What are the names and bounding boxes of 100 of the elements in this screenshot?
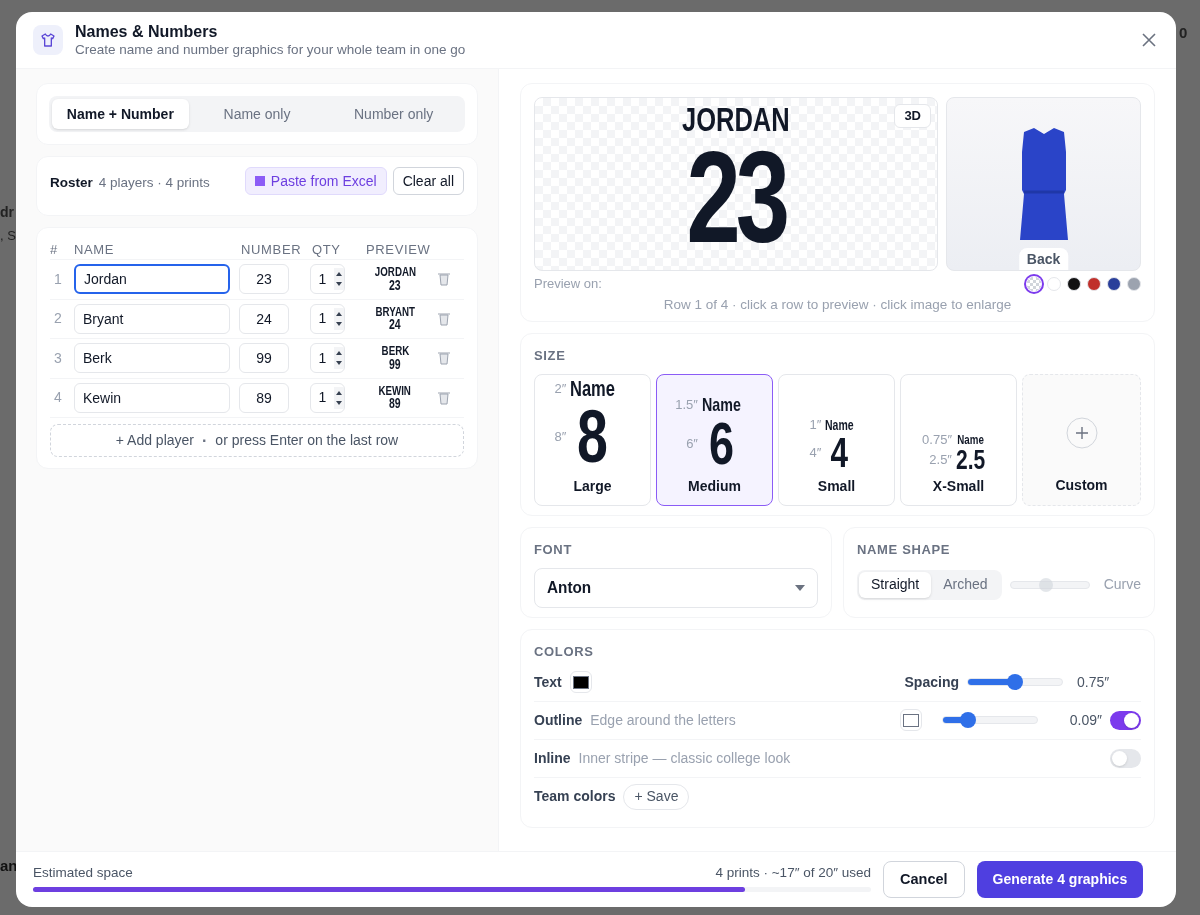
color-swatch[interactable] bbox=[1067, 277, 1081, 291]
sample-number: 6 bbox=[708, 413, 734, 474]
size-label: X-Small bbox=[932, 476, 985, 496]
slider-thumb[interactable] bbox=[960, 712, 977, 728]
row-preview-number: 99 bbox=[389, 357, 401, 372]
quantity-stepper[interactable]: 1 bbox=[310, 264, 345, 295]
shape-option[interactable]: Arched bbox=[931, 571, 1000, 598]
section-title: FONT bbox=[534, 541, 573, 559]
stepper-arrows-icon[interactable] bbox=[334, 307, 344, 330]
toggle-knob bbox=[1124, 712, 1139, 728]
number-input[interactable]: 24 bbox=[239, 303, 289, 334]
size-label: Medium bbox=[688, 476, 741, 496]
roster-summary: 4 players · 4 prints bbox=[98, 174, 210, 192]
add-player-label: + Add player bbox=[115, 431, 194, 450]
cancel-button[interactable]: Cancel bbox=[883, 861, 965, 898]
size-option[interactable]: 1″ Name 4″ 4 Small bbox=[778, 373, 895, 506]
shape-option[interactable]: Straight bbox=[859, 571, 932, 598]
name-input[interactable]: Jordan bbox=[74, 264, 230, 295]
number-input[interactable]: 99 bbox=[239, 343, 289, 374]
row-preview-name: JORDAN bbox=[374, 266, 416, 279]
column-header: NUMBER bbox=[240, 240, 303, 259]
toggle-switch[interactable] bbox=[1110, 710, 1141, 730]
name-input[interactable]: Berk bbox=[74, 343, 230, 374]
slider-value: 0.09″ bbox=[1068, 710, 1102, 730]
add-player-button[interactable]: + Add player · or press Enter on the last row bbox=[50, 424, 464, 457]
paste-button[interactable]: Paste from Excel bbox=[244, 167, 387, 195]
font-value: Anton bbox=[547, 576, 592, 599]
curve-label: Curve bbox=[1103, 575, 1141, 594]
row-label: Text bbox=[534, 672, 562, 692]
row-preview-name: KEWIN bbox=[378, 384, 412, 398]
quantity-stepper[interactable]: 1 bbox=[310, 343, 345, 374]
stepper-arrows-icon[interactable] bbox=[334, 268, 344, 291]
font-dropdown[interactable]: Anton bbox=[534, 567, 818, 608]
sample-name: Name bbox=[701, 394, 741, 414]
section-title: SIZE bbox=[534, 347, 567, 365]
plus-icon bbox=[1065, 416, 1098, 449]
row-number: 2 bbox=[53, 309, 63, 329]
curve-slider[interactable] bbox=[1009, 580, 1090, 589]
quantity-value: 1 bbox=[317, 348, 328, 368]
sample-name: Name bbox=[570, 377, 616, 400]
view-side-button[interactable]: Back bbox=[1018, 248, 1069, 270]
background-text: an bbox=[0, 856, 18, 876]
name-height-label: 1.5″ bbox=[675, 397, 698, 411]
slider-thumb[interactable] bbox=[1007, 674, 1023, 690]
name-height-label: 1″ bbox=[809, 418, 822, 431]
row-hint: Edge around the letters bbox=[590, 710, 736, 730]
dialog-title: Names & Numbers bbox=[75, 21, 219, 42]
toggle-switch[interactable] bbox=[1110, 748, 1141, 768]
square-icon bbox=[254, 176, 265, 186]
close-icon bbox=[1141, 32, 1157, 48]
preview-on-label: Preview on: bbox=[534, 275, 602, 294]
mode-tab[interactable]: Name + Number bbox=[52, 99, 189, 129]
color-swatch[interactable] bbox=[1127, 277, 1141, 291]
row-preview-name: BERK bbox=[381, 345, 409, 358]
jersey-preview[interactable]: Back bbox=[946, 97, 1141, 271]
row-preview-number: 89 bbox=[389, 397, 401, 411]
color-swatch[interactable] bbox=[1047, 277, 1061, 291]
color-swatch[interactable] bbox=[1087, 277, 1101, 291]
number-height-label: 2.5″ bbox=[928, 453, 952, 466]
stepper-arrows-icon[interactable] bbox=[334, 386, 344, 409]
sample-number: 4 bbox=[830, 431, 849, 474]
generate-button[interactable]: Generate 4 graphics bbox=[976, 861, 1144, 898]
quantity-stepper[interactable]: 1 bbox=[310, 382, 345, 413]
section-title: NAME SHAPE bbox=[857, 541, 952, 559]
dialog-subtitle: Create name and number graphics for your whole team in one go bbox=[75, 41, 466, 59]
spacing-label: Spacing bbox=[904, 672, 959, 692]
row-hint: Inner stripe — classic college look bbox=[578, 748, 791, 768]
custom-size-button[interactable]: Custom bbox=[1022, 373, 1141, 506]
row-number: 4 bbox=[53, 388, 63, 408]
column-header: # bbox=[50, 240, 59, 259]
sample-name: Name bbox=[956, 432, 985, 446]
quantity-value: 1 bbox=[317, 269, 328, 289]
number-height-label: 4″ bbox=[809, 446, 822, 459]
transparent-swatch[interactable] bbox=[1027, 277, 1041, 291]
number-height-label: 6″ bbox=[685, 437, 698, 450]
row-preview-number: 24 bbox=[389, 318, 401, 332]
row-preview-name: BRYANT bbox=[375, 305, 415, 319]
name-height-label: 0.75″ bbox=[922, 432, 952, 446]
number-input[interactable]: 89 bbox=[239, 382, 289, 413]
name-input[interactable]: Kewin bbox=[74, 382, 230, 413]
number-input[interactable]: 23 bbox=[239, 264, 289, 295]
toggle-knob bbox=[1112, 750, 1127, 766]
color-swatch[interactable] bbox=[1107, 277, 1121, 291]
print-preview[interactable]: JORDAN 23 3D bbox=[534, 97, 938, 271]
column-header: QTY bbox=[311, 240, 342, 259]
mode-tab[interactable]: Name only bbox=[188, 99, 326, 129]
sample-number: 2.5 bbox=[956, 445, 986, 474]
3d-button[interactable]: 3D bbox=[894, 104, 931, 128]
stepper-arrows-icon[interactable] bbox=[334, 347, 344, 370]
size-label: Custom bbox=[1055, 475, 1108, 495]
column-header: PREVIEW bbox=[365, 240, 432, 259]
clear-button[interactable]: Clear all bbox=[392, 167, 464, 195]
add-player-hint: or press Enter on the last row bbox=[215, 431, 399, 450]
quantity-stepper[interactable]: 1 bbox=[310, 303, 345, 334]
name-height-label: 2″ bbox=[554, 382, 567, 395]
size-label: Small bbox=[817, 476, 856, 496]
name-input[interactable]: Bryant bbox=[74, 303, 230, 334]
mode-tab[interactable]: Number only bbox=[325, 99, 462, 129]
shirt-icon bbox=[33, 25, 63, 55]
size-label: Large bbox=[573, 476, 612, 496]
